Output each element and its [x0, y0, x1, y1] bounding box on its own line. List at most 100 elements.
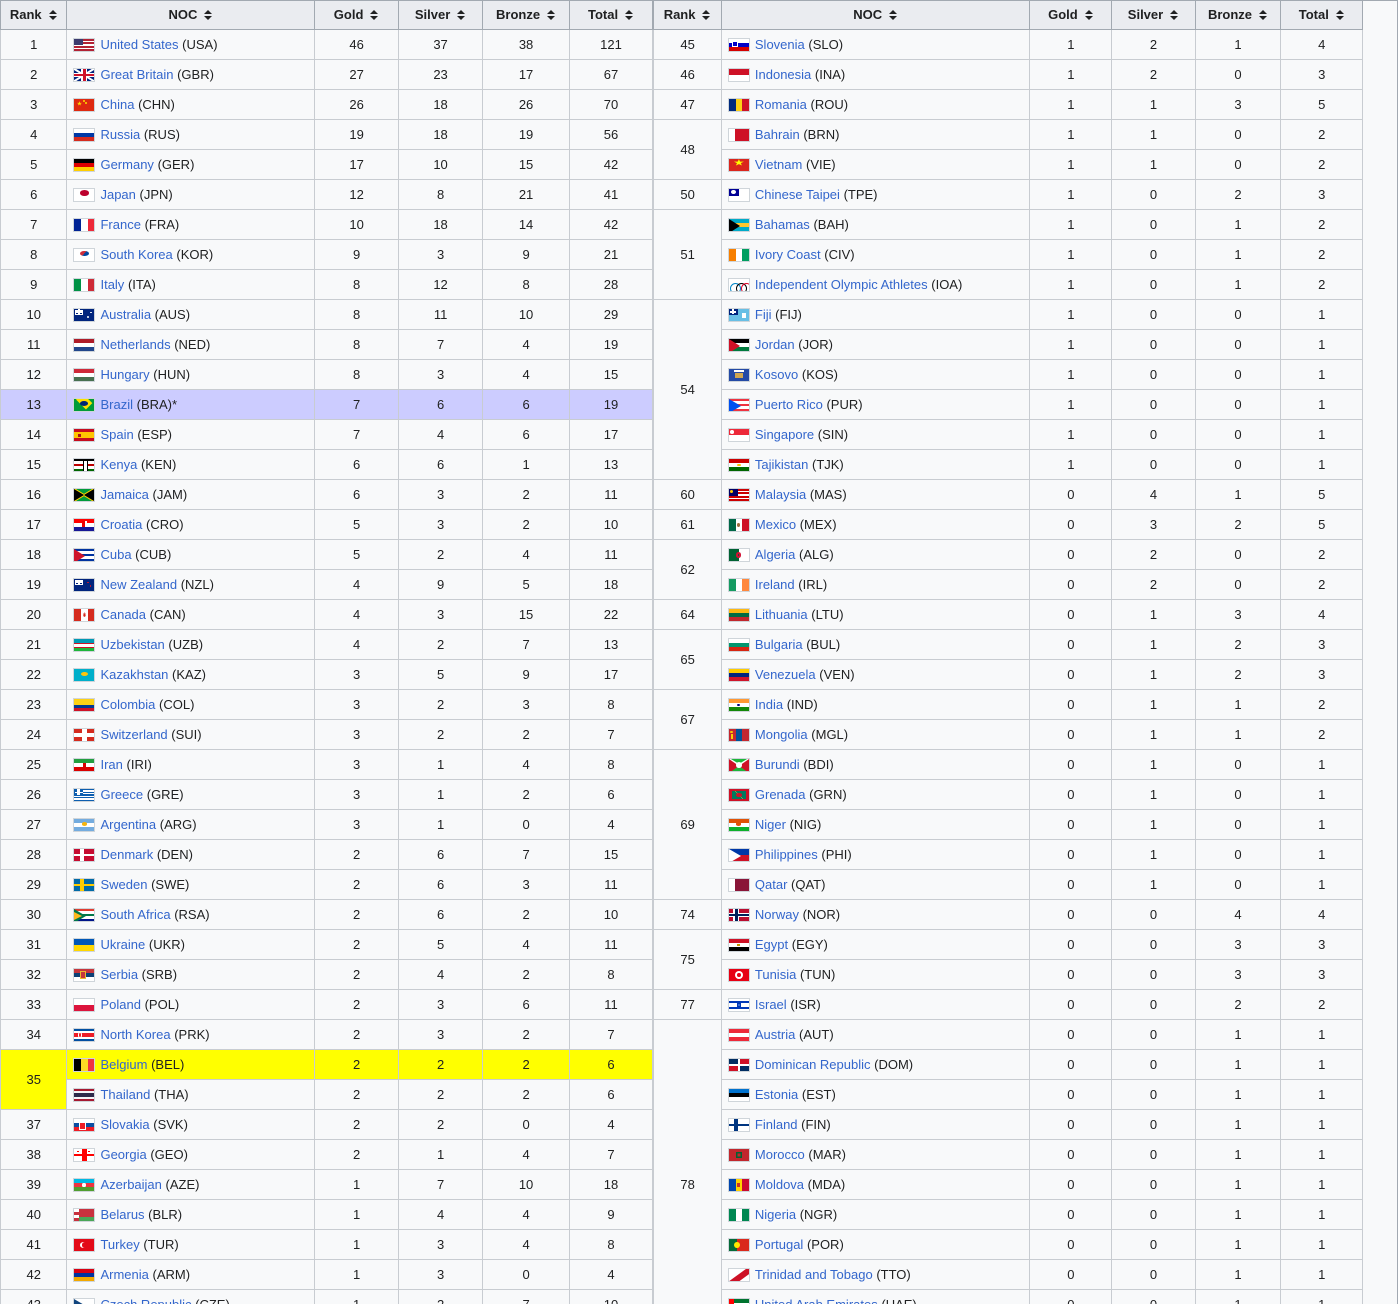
column-header-gold[interactable]: Gold — [1029, 0, 1113, 30]
noc-name-link[interactable]: Greece — [100, 787, 143, 802]
noc-name-link[interactable]: Czech Republic — [100, 1297, 191, 1304]
noc-name-link[interactable]: Turkey — [100, 1237, 139, 1252]
noc-name-link[interactable]: Germany — [100, 157, 153, 172]
noc-cell[interactable]: Austria (AUT) — [720, 1019, 1031, 1050]
noc-name-link[interactable]: Cuba — [100, 547, 131, 562]
noc-name-link[interactable]: New Zealand — [100, 577, 177, 592]
noc-cell[interactable]: Algeria (ALG) — [720, 539, 1031, 570]
column-header-total[interactable]: Total — [1280, 0, 1364, 30]
noc-name-link[interactable]: Croatia — [100, 517, 142, 532]
table-row[interactable]: 15 Kenya (KEN) 6 6 1 13 — [0, 449, 654, 480]
sort-arrows-icon[interactable] — [889, 9, 898, 20]
noc-cell[interactable]: Mongolia (MGL) — [720, 719, 1031, 750]
noc-name-link[interactable]: Azerbaijan — [100, 1177, 161, 1192]
noc-cell[interactable]: India (IND) — [720, 689, 1031, 720]
noc-name-link[interactable]: Japan — [100, 187, 135, 202]
noc-cell[interactable]: Denmark (DEN) — [66, 839, 316, 870]
noc-cell[interactable]: Indonesia (INA) — [720, 59, 1031, 90]
noc-cell[interactable]: United States (USA) — [66, 29, 316, 60]
table-row[interactable]: 3 China (CHN) 26 18 26 70 — [0, 89, 654, 120]
noc-cell[interactable]: Trinidad and Tobago (TTO) — [720, 1259, 1031, 1290]
noc-cell[interactable]: Cuba (CUB) — [66, 539, 316, 570]
noc-cell[interactable]: United Arab Emirates (UAE) — [720, 1289, 1031, 1304]
table-row[interactable]: 29 Sweden (SWE) 2 6 3 11 — [0, 869, 654, 900]
table-row[interactable]: 18 Cuba (CUB) 5 2 4 11 — [0, 539, 654, 570]
column-header-total[interactable]: Total — [568, 0, 654, 30]
noc-cell[interactable]: Kazakhstan (KAZ) — [66, 659, 316, 690]
noc-name-link[interactable]: Niger — [755, 817, 786, 832]
sort-arrows-icon[interactable] — [370, 9, 379, 20]
noc-cell[interactable]: Nigeria (NGR) — [720, 1199, 1031, 1230]
noc-name-link[interactable]: Dominican Republic — [755, 1057, 871, 1072]
noc-cell[interactable]: Netherlands (NED) — [66, 329, 316, 360]
noc-name-link[interactable]: Finland — [755, 1117, 798, 1132]
noc-name-link[interactable]: North Korea — [100, 1027, 170, 1042]
sort-arrows-icon[interactable] — [702, 9, 711, 20]
table-row[interactable]: 64 Lithuania (LTU) 0 1 3 4 — [653, 599, 1398, 630]
table-row[interactable]: 7 France (FRA) 10 18 14 42 — [0, 209, 654, 240]
table-row[interactable]: Independent Olympic Athletes (IOA) 1 0 1 2 — [654, 269, 1398, 300]
table-row[interactable]: 37 Slovakia (SVK) 2 2 0 4 — [0, 1109, 654, 1140]
noc-cell[interactable]: Fiji (FIJ) — [720, 299, 1031, 330]
noc-cell[interactable]: Jamaica (JAM) — [66, 479, 316, 510]
noc-name-link[interactable]: Spain — [100, 427, 133, 442]
noc-name-link[interactable]: Ivory Coast — [755, 247, 821, 262]
noc-cell[interactable]: Japan (JPN) — [66, 179, 316, 210]
noc-name-link[interactable]: Great Britain — [100, 67, 173, 82]
noc-cell[interactable]: Jordan (JOR) — [720, 329, 1031, 360]
noc-cell[interactable]: Serbia (SRB) — [66, 959, 316, 990]
table-row[interactable]: 51 Bahamas (BAH) 1 0 1 2 — [653, 209, 1398, 300]
noc-cell[interactable]: Philippines (PHI) — [720, 839, 1031, 870]
noc-name-link[interactable]: United Arab Emirates — [755, 1297, 878, 1304]
table-row[interactable]: 41 Turkey (TUR) 1 3 4 8 — [0, 1229, 654, 1260]
noc-name-link[interactable]: Brazil — [100, 397, 133, 412]
noc-name-link[interactable]: Nigeria — [755, 1207, 796, 1222]
noc-name-link[interactable]: Iran — [100, 757, 122, 772]
noc-cell[interactable]: Brazil (BRA)* — [66, 389, 316, 420]
sort-arrows-icon[interactable] — [547, 9, 556, 20]
noc-cell[interactable]: Independent Olympic Athletes (IOA) — [720, 269, 1031, 300]
noc-cell[interactable]: Norway (NOR) — [720, 899, 1031, 930]
noc-name-link[interactable]: Philippines — [755, 847, 818, 862]
noc-cell[interactable]: Tunisia (TUN) — [720, 959, 1031, 990]
noc-name-link[interactable]: France — [100, 217, 140, 232]
noc-cell[interactable]: Croatia (CRO) — [66, 509, 316, 540]
noc-cell[interactable]: Turkey (TUR) — [66, 1229, 316, 1260]
noc-name-link[interactable]: Australia — [100, 307, 151, 322]
noc-cell[interactable]: Colombia (COL) — [66, 689, 316, 720]
column-header-silver[interactable]: Silver — [397, 0, 484, 30]
table-row[interactable]: Kosovo (KOS) 1 0 0 1 — [654, 359, 1398, 390]
noc-cell[interactable]: Morocco (MAR) — [720, 1139, 1031, 1170]
noc-cell[interactable]: France (FRA) — [66, 209, 316, 240]
noc-cell[interactable]: Kenya (KEN) — [66, 449, 316, 480]
noc-cell[interactable]: Great Britain (GBR) — [66, 59, 316, 90]
table-row[interactable]: Dominican Republic (DOM) 0 0 1 1 — [654, 1049, 1398, 1080]
table-row[interactable]: 61 Mexico (MEX) 0 3 2 5 — [653, 509, 1398, 540]
table-row[interactable]: Ireland (IRL) 0 2 0 2 — [654, 569, 1398, 600]
noc-name-link[interactable]: Mongolia — [755, 727, 808, 742]
table-row[interactable]: Thailand (THA) 2 2 2 6 — [1, 1079, 654, 1110]
table-row[interactable]: Jordan (JOR) 1 0 0 1 — [654, 329, 1398, 360]
noc-cell[interactable]: Italy (ITA) — [66, 269, 316, 300]
table-row[interactable]: Puerto Rico (PUR) 1 0 0 1 — [654, 389, 1398, 420]
noc-name-link[interactable]: Singapore — [755, 427, 814, 442]
table-row[interactable]: 50 Chinese Taipei (TPE) 1 0 2 3 — [653, 179, 1398, 210]
column-header-noc[interactable]: NOC — [720, 0, 1031, 30]
table-row[interactable]: 6 Japan (JPN) 12 8 21 41 — [0, 179, 654, 210]
noc-name-link[interactable]: Moldova — [755, 1177, 804, 1192]
noc-name-link[interactable]: Norway — [755, 907, 799, 922]
sort-arrows-icon[interactable] — [48, 9, 58, 20]
noc-cell[interactable]: Hungary (HUN) — [66, 359, 316, 390]
table-row[interactable]: Nigeria (NGR) 0 0 1 1 — [654, 1199, 1398, 1230]
table-row[interactable]: 31 Ukraine (UKR) 2 5 4 11 — [0, 929, 654, 960]
noc-cell[interactable]: Canada (CAN) — [66, 599, 316, 630]
column-header-silver[interactable]: Silver — [1111, 0, 1196, 30]
noc-cell[interactable]: Tajikistan (TJK) — [720, 449, 1031, 480]
noc-cell[interactable]: New Zealand (NZL) — [66, 569, 316, 600]
column-header-gold[interactable]: Gold — [314, 0, 399, 30]
noc-cell[interactable]: Sweden (SWE) — [66, 869, 316, 900]
table-row[interactable]: 11 Netherlands (NED) 8 7 4 19 — [0, 329, 654, 360]
noc-name-link[interactable]: Switzerland — [100, 727, 167, 742]
table-row[interactable]: Portugal (POR) 0 0 1 1 — [654, 1229, 1398, 1260]
noc-cell[interactable]: Spain (ESP) — [66, 419, 316, 450]
